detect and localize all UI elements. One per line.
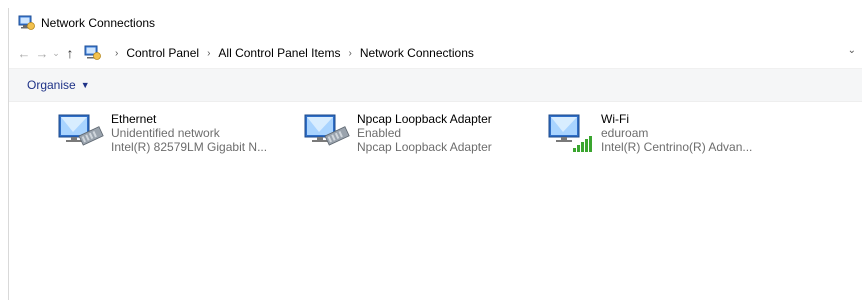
connection-item-wifi[interactable]: Wi-Fi eduroam Intel(R) Centrino(R) Advan… <box>545 112 785 156</box>
address-dropdown-icon[interactable]: ⌄ <box>848 45 856 56</box>
network-connections-icon <box>17 14 35 32</box>
breadcrumb-network-connections[interactable]: Network Connections <box>360 46 474 60</box>
back-button[interactable]: ← <box>15 43 33 63</box>
recent-locations-dropdown[interactable]: ⌄ <box>51 43 61 63</box>
connection-text: Ethernet Unidentified network Intel(R) 8… <box>111 112 267 154</box>
connection-device: Intel(R) 82579LM Gigabit N... <box>111 140 268 154</box>
address-bar[interactable]: › Control Panel › All Control Panel Item… <box>83 42 862 64</box>
connection-status: Unidentified network <box>111 126 220 140</box>
connection-status: Enabled <box>357 126 402 140</box>
chevron-down-icon: ▼ <box>80 80 90 90</box>
title-bar: Network Connections <box>9 8 862 38</box>
up-button[interactable]: ↑ <box>61 43 79 63</box>
command-bar: Organise ▼ <box>9 68 862 102</box>
wifi-adapter-icon <box>545 112 601 156</box>
connection-name: Wi-Fi <box>601 112 629 126</box>
connection-text: Wi-Fi eduroam Intel(R) Centrino(R) Advan… <box>601 112 752 154</box>
loopback-adapter-icon <box>301 112 357 156</box>
connections-list: Ethernet Unidentified network Intel(R) 8… <box>9 102 862 298</box>
control-panel-icon <box>83 44 101 62</box>
connection-item-npcap-loopback[interactable]: Npcap Loopback Adapter Enabled Npcap Loo… <box>301 112 541 156</box>
connection-status: eduroam <box>601 126 649 140</box>
breadcrumb-all-control-panel-items[interactable]: All Control Panel Items <box>218 46 340 60</box>
connection-device: Npcap Loopback Adapter <box>357 140 492 154</box>
connection-name: Ethernet <box>111 112 157 126</box>
forward-button[interactable]: → <box>33 43 51 63</box>
breadcrumb-separator[interactable]: › <box>115 48 118 59</box>
connection-device: Intel(R) Centrino(R) Advan... <box>601 140 753 154</box>
connection-item-ethernet[interactable]: Ethernet Unidentified network Intel(R) 8… <box>55 112 295 156</box>
connection-name: Npcap Loopback Adapter <box>357 112 492 126</box>
organise-label: Organise <box>27 78 76 92</box>
navigation-bar: ← → ⌄ ↑ › Control Panel › All Control Pa… <box>9 38 862 68</box>
organise-button[interactable]: Organise ▼ <box>27 78 90 92</box>
breadcrumb-separator[interactable]: › <box>348 48 351 59</box>
window-title: Network Connections <box>41 16 156 30</box>
connection-text: Npcap Loopback Adapter Enabled Npcap Loo… <box>357 112 492 154</box>
ethernet-adapter-icon <box>55 112 111 156</box>
window: Network Connections ← → ⌄ ↑ › Control Pa… <box>8 8 862 300</box>
breadcrumb-separator[interactable]: › <box>207 48 210 59</box>
breadcrumb-control-panel[interactable]: Control Panel <box>126 46 199 60</box>
